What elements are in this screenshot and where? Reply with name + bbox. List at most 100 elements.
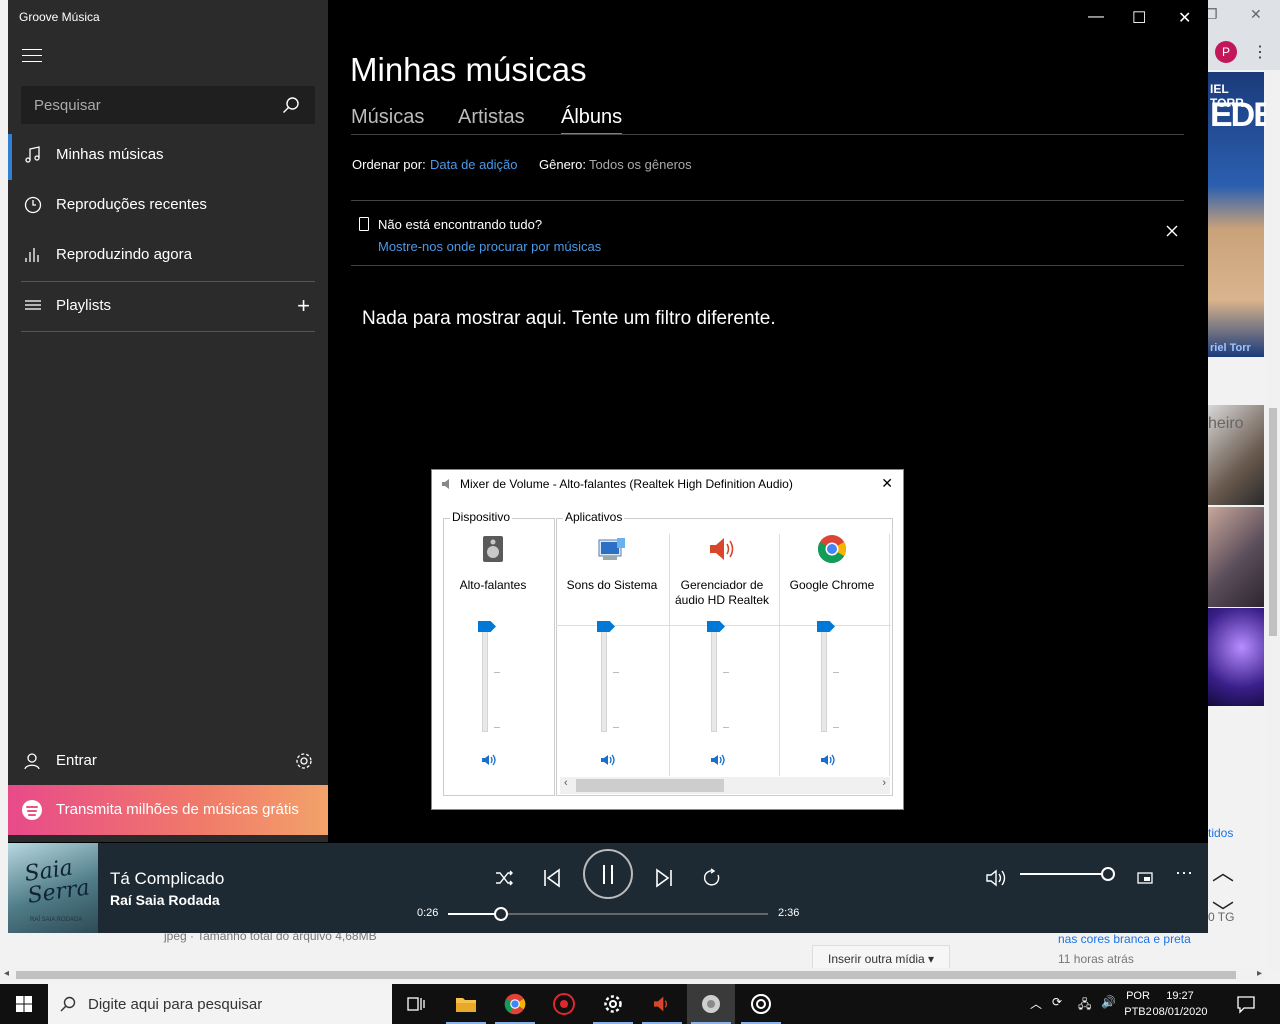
song-title[interactable]: Tá Complicado (110, 869, 224, 889)
more-options-icon[interactable]: ⋯ (1175, 863, 1193, 884)
notifications-icon[interactable] (1236, 994, 1256, 1014)
gear-icon[interactable] (295, 752, 313, 770)
volume-knob[interactable] (478, 621, 496, 632)
volume-knob[interactable] (707, 621, 725, 632)
channel-name: Gerenciador de áudio HD Realtek (674, 578, 770, 607)
next-track-icon[interactable] (649, 863, 679, 893)
thumbnail-image[interactable]: heiro (1208, 405, 1264, 505)
realtek-speaker-icon[interactable] (707, 534, 737, 564)
mini-player-icon[interactable] (1130, 863, 1160, 893)
browser-menu-icon[interactable]: ⋮ (1252, 42, 1268, 62)
vertical-scrollbar[interactable] (1266, 70, 1280, 970)
apps-horizontal-scrollbar[interactable]: ‹ › (560, 777, 890, 794)
task-view-button[interactable] (392, 984, 440, 1024)
taskbar-volume-mixer[interactable] (687, 984, 735, 1024)
search-icon[interactable] (282, 96, 300, 114)
clock-time: 19:27 (1166, 990, 1194, 1002)
mute-toggle-icon[interactable] (819, 752, 837, 768)
taskbar-media-app[interactable] (540, 984, 588, 1024)
genre-dropdown[interactable]: Todos os gêneros (589, 157, 692, 172)
seek-bar[interactable] (448, 907, 768, 921)
volume-knob[interactable] (597, 621, 615, 632)
sidebar-item-playlists[interactable]: Playlists + (8, 283, 328, 331)
start-button[interactable] (0, 984, 48, 1024)
volume-track[interactable] (482, 624, 488, 732)
taskbar: ︿ ⟳ 🖧 🔊 POR PTB2 19:27 08/01/2020 (0, 984, 1280, 1024)
thumbnail-image[interactable] (1208, 507, 1264, 607)
tab-albums[interactable]: Álbuns (561, 106, 623, 135)
minimize-icon[interactable]: — (1088, 8, 1104, 26)
add-playlist-icon[interactable]: + (297, 293, 310, 319)
volume-thumb[interactable] (1101, 867, 1115, 881)
chrome-icon[interactable] (817, 534, 847, 564)
network-icon[interactable]: 🖧 (1078, 995, 1091, 1016)
scroll-right-icon[interactable]: › (882, 777, 886, 789)
scrollbar-thumb[interactable] (1269, 408, 1277, 636)
volume-icon[interactable] (981, 863, 1011, 893)
artist-name[interactable]: Raí Saia Rodada (110, 892, 220, 908)
shuffle-icon[interactable] (489, 863, 519, 893)
sidebar-item-recent[interactable]: Reproduções recentes (8, 182, 328, 230)
seek-bar-fill (448, 913, 502, 915)
close-icon[interactable]: ✕ (881, 475, 893, 492)
search-box[interactable] (21, 86, 315, 124)
sidebar: Groove Música Minhas músicas Reproduções… (8, 0, 328, 842)
sidebar-item-now-playing[interactable]: Reproduzindo agora (8, 232, 328, 280)
spotify-icon (22, 800, 42, 820)
volume-slider[interactable] (1020, 867, 1115, 881)
scroll-right-icon[interactable]: ▸ (1257, 968, 1262, 979)
notice-link[interactable]: Mostre-nos onde procurar por músicas (378, 239, 601, 254)
spotify-promo-banner[interactable]: Transmita milhões de músicas grátis (8, 785, 328, 835)
horizontal-scrollbar[interactable]: ◂ ▸ (0, 968, 1266, 982)
seek-thumb[interactable] (494, 907, 509, 921)
scrollbar-thumb[interactable] (576, 779, 724, 792)
taskbar-groove-music[interactable] (737, 984, 785, 1024)
volume-track[interactable] (821, 624, 827, 732)
clock[interactable]: 19:27 08/01/2020 (1150, 988, 1210, 1020)
scrollbar-thumb[interactable] (16, 971, 1236, 979)
book-cover-image[interactable]: IEL TORR EDES riel Torr (1208, 72, 1280, 357)
news-title-link[interactable]: nas cores branca e preta (1058, 932, 1191, 946)
volume-icon[interactable]: 🔊 (1101, 995, 1116, 1009)
sidebar-item-my-music[interactable]: Minhas músicas (8, 132, 328, 180)
pause-button[interactable] (583, 849, 633, 899)
thumbnail-image[interactable] (1208, 608, 1264, 706)
sync-icon[interactable]: ⟳ (1052, 995, 1062, 1009)
chevron-up-icon[interactable]: ︿ (1212, 855, 1234, 887)
hamburger-menu-icon[interactable] (22, 49, 42, 63)
volume-knob[interactable] (817, 621, 835, 632)
mute-toggle-icon[interactable] (709, 752, 727, 768)
system-sounds-icon[interactable] (597, 534, 627, 564)
sign-in-button[interactable]: Entrar (8, 738, 328, 782)
mute-toggle-icon[interactable] (599, 752, 617, 768)
taskbar-chrome[interactable] (491, 984, 539, 1024)
gear-icon (604, 995, 622, 1013)
previous-track-icon[interactable] (537, 863, 567, 893)
taskbar-search-box[interactable] (48, 984, 392, 1024)
close-notice-icon[interactable] (1166, 225, 1178, 237)
partial-link[interactable]: tidos (1208, 826, 1233, 840)
search-input[interactable] (34, 87, 274, 123)
taskbar-realtek-audio[interactable] (638, 984, 686, 1024)
profile-avatar[interactable]: P (1215, 41, 1237, 63)
tab-artists[interactable]: Artistas (458, 106, 525, 129)
taskbar-settings[interactable] (589, 984, 637, 1024)
clock-icon (24, 196, 42, 214)
album-art-subtitle: RAÍ SAIA RODADA (30, 917, 83, 923)
scroll-left-icon[interactable]: ◂ (4, 968, 9, 979)
sort-dropdown[interactable]: Data de adição (430, 157, 517, 172)
mute-toggle-icon[interactable] (480, 752, 498, 768)
browser-close-icon[interactable]: ✕ (1250, 6, 1262, 23)
close-icon[interactable]: ✕ (1178, 8, 1191, 28)
taskbar-search-input[interactable] (88, 984, 378, 1024)
taskbar-file-explorer[interactable] (442, 984, 490, 1024)
volume-track[interactable] (711, 624, 717, 732)
repeat-icon[interactable] (697, 863, 727, 893)
album-art[interactable]: Saia Serra RAÍ SAIA RODADA (8, 843, 98, 933)
tab-songs[interactable]: Músicas (351, 106, 424, 129)
scroll-left-icon[interactable]: ‹ (564, 777, 568, 789)
volume-track[interactable] (601, 624, 607, 732)
maximize-icon[interactable]: ☐ (1132, 8, 1146, 28)
show-hidden-icons-icon[interactable]: ︿ (1030, 995, 1042, 1012)
speaker-device-icon[interactable] (478, 534, 508, 564)
